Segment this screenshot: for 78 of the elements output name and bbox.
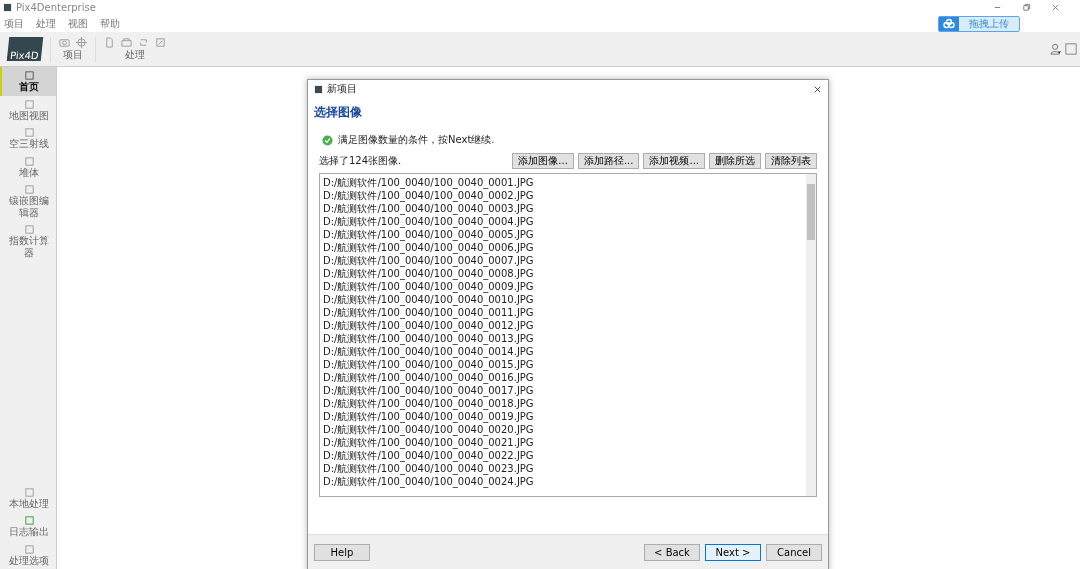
sidebar-item[interactable]: 首页	[0, 67, 56, 96]
crosshair-icon[interactable]	[76, 36, 87, 48]
file-path[interactable]: D:/航测软件/100_0040/100_0040_0006.JPG	[323, 241, 803, 254]
file-path[interactable]: D:/航测软件/100_0040/100_0040_0010.JPG	[323, 293, 803, 306]
cloud-icon	[939, 16, 959, 31]
window-title: Pix4Denterprise	[16, 2, 96, 13]
file-path[interactable]: D:/航测软件/100_0040/100_0040_0019.JPG	[323, 410, 803, 423]
file-path[interactable]: D:/航测软件/100_0040/100_0040_0002.JPG	[323, 189, 803, 202]
dialog-icon	[314, 84, 323, 94]
file-path[interactable]: D:/航测软件/100_0040/100_0040_0024.JPG	[323, 475, 803, 488]
dialog-title: 新项目	[327, 82, 357, 96]
edit-icon[interactable]	[155, 36, 166, 48]
file-path[interactable]: D:/航测软件/100_0040/100_0040_0021.JPG	[323, 436, 803, 449]
camera-icon[interactable]	[59, 36, 70, 48]
action-button[interactable]: 添加视频...	[643, 153, 705, 169]
document-icon[interactable]	[104, 36, 115, 48]
scrollbar[interactable]	[806, 174, 816, 496]
app-logo: Pix4D	[6, 37, 44, 61]
file-path[interactable]: D:/航测软件/100_0040/100_0040_0013.JPG	[323, 332, 803, 345]
action-button[interactable]: 删除所选	[709, 153, 761, 169]
file-path[interactable]: D:/航测软件/100_0040/100_0040_0015.JPG	[323, 358, 803, 371]
square-icon	[23, 70, 35, 81]
status-message: 满足图像数量的条件，按Next继续.	[338, 133, 495, 147]
file-path[interactable]: D:/航测软件/100_0040/100_0040_0011.JPG	[323, 306, 803, 319]
panel-icon[interactable]	[1065, 43, 1077, 55]
file-path[interactable]: D:/航测软件/100_0040/100_0040_0001.JPG	[323, 176, 803, 189]
file-path[interactable]: D:/航测软件/100_0040/100_0040_0023.JPG	[323, 462, 803, 475]
sidebar-item[interactable]: 空三射线	[0, 124, 56, 153]
file-path[interactable]: D:/航测软件/100_0040/100_0040_0007.JPG	[323, 254, 803, 267]
file-path[interactable]: D:/航测软件/100_0040/100_0040_0003.JPG	[323, 202, 803, 215]
refresh-icon[interactable]	[138, 36, 149, 48]
sidebar-item[interactable]: 镶嵌图编辑器	[0, 181, 56, 221]
check-icon	[322, 134, 333, 146]
menu-item[interactable]: 处理	[36, 16, 56, 31]
square-icon	[23, 184, 35, 195]
file-path[interactable]: D:/航测软件/100_0040/100_0040_0005.JPG	[323, 228, 803, 241]
folder-icon[interactable]	[121, 36, 132, 48]
close-icon[interactable]	[813, 84, 822, 94]
action-button[interactable]: 添加图像...	[512, 153, 574, 169]
file-path[interactable]: D:/航测软件/100_0040/100_0040_0022.JPG	[323, 449, 803, 462]
app-icon	[3, 3, 12, 12]
square-icon	[23, 515, 35, 526]
action-button[interactable]: 添加路径...	[577, 153, 640, 169]
file-path[interactable]: D:/航测软件/100_0040/100_0040_0004.JPG	[323, 215, 803, 228]
square-icon	[23, 224, 35, 235]
dialog-heading: 选择图像	[313, 104, 363, 121]
sidebar-item[interactable]: 处理选项	[0, 540, 56, 569]
dialog-button[interactable]: < Back	[644, 544, 700, 561]
user-icon[interactable]	[1050, 43, 1062, 55]
square-icon	[23, 155, 35, 167]
square-icon	[23, 127, 35, 138]
toolbar-group-label: 项目	[63, 47, 83, 62]
restore-icon[interactable]	[1022, 3, 1031, 12]
dialog-button[interactable]: Help	[314, 544, 370, 561]
square-icon	[23, 486, 35, 498]
sidebar-item[interactable]: 地图视图	[0, 95, 56, 124]
file-path[interactable]: D:/航测软件/100_0040/100_0040_0020.JPG	[323, 423, 803, 436]
menu-item[interactable]: 帮助	[100, 16, 120, 31]
square-icon	[23, 98, 35, 110]
sidebar-item[interactable]: 指数计算器	[0, 221, 56, 261]
file-path[interactable]: D:/航测软件/100_0040/100_0040_0014.JPG	[323, 345, 803, 358]
file-path[interactable]: D:/航测软件/100_0040/100_0040_0009.JPG	[323, 280, 803, 293]
file-path[interactable]: D:/航测软件/100_0040/100_0040_0008.JPG	[323, 267, 803, 280]
menu-item[interactable]: 视图	[68, 16, 88, 31]
sidebar-item[interactable]: 日志输出	[0, 512, 56, 541]
dialog-button[interactable]: Cancel	[766, 544, 822, 561]
sidebar-item[interactable]: 本地处理	[0, 483, 56, 512]
square-icon	[23, 543, 35, 555]
file-path[interactable]: D:/航测软件/100_0040/100_0040_0017.JPG	[323, 384, 803, 397]
sidebar-item[interactable]: 堆体	[0, 152, 56, 181]
toolbar-group-label: 处理	[125, 47, 145, 62]
file-path[interactable]: D:/航测软件/100_0040/100_0040_0016.JPG	[323, 371, 803, 384]
action-button[interactable]: 清除列表	[765, 153, 817, 169]
menu-item[interactable]: 项目	[4, 16, 24, 31]
image-count: 选择了124张图像.	[319, 154, 402, 168]
file-path[interactable]: D:/航测软件/100_0040/100_0040_0018.JPG	[323, 397, 803, 410]
dialog-button[interactable]: Next >	[705, 544, 761, 561]
file-path[interactable]: D:/航测软件/100_0040/100_0040_0012.JPG	[323, 319, 803, 332]
